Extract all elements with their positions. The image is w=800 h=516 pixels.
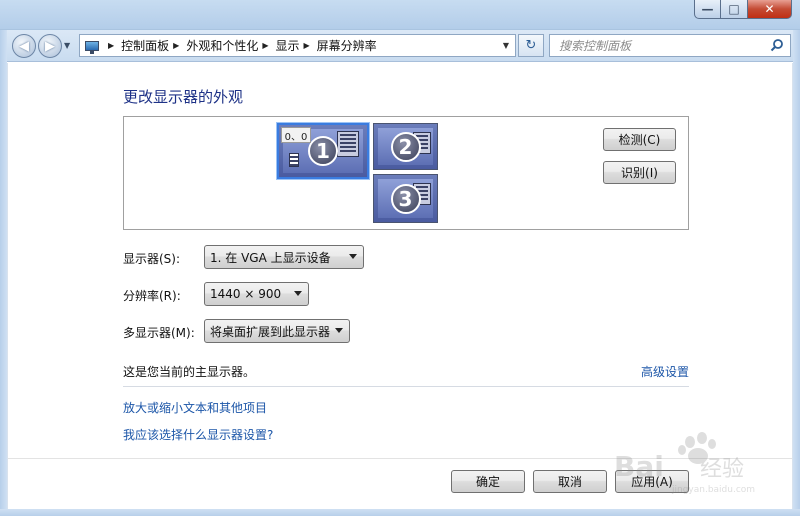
maximize-icon: □ <box>728 2 740 16</box>
detect-button[interactable]: 检测(C) <box>603 128 676 151</box>
baidu-watermark-logo: Bai 经验 jingyan.baidu.com <box>614 432 755 495</box>
breadcrumb-screen-resolution[interactable]: 屏幕分辨率 <box>317 37 377 54</box>
address-bar[interactable]: ▶ 控制面板 ▶ 外观和个性化 ▶ 显示 ▶ 屏幕分辨率 ▼ <box>79 34 516 57</box>
breadcrumb-appearance[interactable]: 外观和个性化 <box>186 37 258 54</box>
breadcrumb-separator-icon[interactable]: ▶ <box>262 41 268 50</box>
svg-text:经验: 经验 <box>700 457 744 482</box>
window-controls: — □ ✕ <box>694 0 792 20</box>
back-arrow-icon: ◀ <box>19 38 29 54</box>
search-icon[interactable] <box>770 38 784 52</box>
monitor-coordinate-label: 0、0 <box>281 127 311 143</box>
display-select[interactable]: 1. 在 VGA 上显示设备 <box>204 245 364 269</box>
computer-tower-icon <box>289 153 299 167</box>
window-frame-right <box>793 30 800 516</box>
svg-text:Bai: Bai <box>614 450 664 483</box>
multi-display-select-value: 将桌面扩展到此显示器 <box>210 324 331 339</box>
breadcrumb-separator-icon[interactable]: ▶ <box>173 41 179 50</box>
display-control-panel-icon <box>80 35 104 56</box>
monitor-2[interactable]: 2 <box>373 123 438 170</box>
maximize-button[interactable]: □ <box>721 0 748 19</box>
minimize-button[interactable]: — <box>694 0 721 19</box>
page-title: 更改显示器的外观 <box>123 88 244 106</box>
breadcrumb-separator-icon[interactable]: ▶ <box>108 41 114 50</box>
monitor-number-badge: 1 <box>308 136 338 166</box>
divider <box>123 386 689 387</box>
minimize-icon: — <box>701 2 714 16</box>
monitor-3[interactable]: 3 <box>373 174 438 223</box>
cancel-button[interactable]: 取消 <box>533 470 607 493</box>
multi-display-label: 多显示器(M): <box>123 326 195 340</box>
ok-button[interactable]: 确定 <box>451 470 525 493</box>
text-size-link[interactable]: 放大或缩小文本和其他项目 <box>123 399 267 416</box>
breadcrumb-control-panel[interactable]: 控制面板 <box>121 37 169 54</box>
display-label: 显示器(S): <box>123 252 181 266</box>
forward-button[interactable]: ▶ <box>38 34 62 58</box>
resolution-select-value: 1440 × 900 <box>210 287 282 301</box>
resolution-label: 分辨率(R): <box>123 289 181 303</box>
window-frame-bottom <box>0 509 800 516</box>
primary-display-info: 这是您当前的主显示器。 <box>123 365 256 379</box>
chevron-down-icon <box>335 328 343 333</box>
refresh-button[interactable]: ↻ <box>518 34 544 57</box>
chevron-down-icon <box>349 254 357 259</box>
display-select-value: 1. 在 VGA 上显示设备 <box>210 250 331 265</box>
multi-display-select[interactable]: 将桌面扩展到此显示器 <box>204 319 350 343</box>
close-button[interactable]: ✕ <box>748 0 792 19</box>
window-frame-left <box>0 30 7 516</box>
chevron-down-icon <box>294 291 302 296</box>
breadcrumb-display[interactable]: 显示 <box>276 37 300 54</box>
title-bar: — □ ✕ <box>0 0 800 30</box>
monitor-number-badge: 3 <box>390 183 421 214</box>
close-icon: ✕ <box>764 2 775 16</box>
back-button[interactable]: ◀ <box>12 34 36 58</box>
advanced-settings-link[interactable]: 高级设置 <box>641 363 689 380</box>
address-dropdown-icon[interactable]: ▼ <box>497 35 515 56</box>
breadcrumb-separator-icon[interactable]: ▶ <box>304 41 310 50</box>
identify-button[interactable]: 识别(I) <box>603 161 676 184</box>
search-box[interactable] <box>549 34 791 57</box>
resolution-select[interactable]: 1440 × 900 <box>204 282 309 306</box>
breadcrumb: ▶ 控制面板 ▶ 外观和个性化 ▶ 显示 ▶ 屏幕分辨率 <box>104 35 377 56</box>
monitor-preview-icon <box>337 131 359 157</box>
monitor-number-badge: 2 <box>390 131 421 162</box>
svg-text:jingyan.baidu.com: jingyan.baidu.com <box>671 485 755 495</box>
search-input[interactable] <box>559 38 759 53</box>
forward-arrow-icon: ▶ <box>45 38 55 54</box>
display-help-link[interactable]: 我应该选择什么显示器设置? <box>123 426 273 443</box>
recent-pages-dropdown[interactable]: ▼ <box>64 41 70 50</box>
refresh-icon: ↻ <box>525 38 537 53</box>
